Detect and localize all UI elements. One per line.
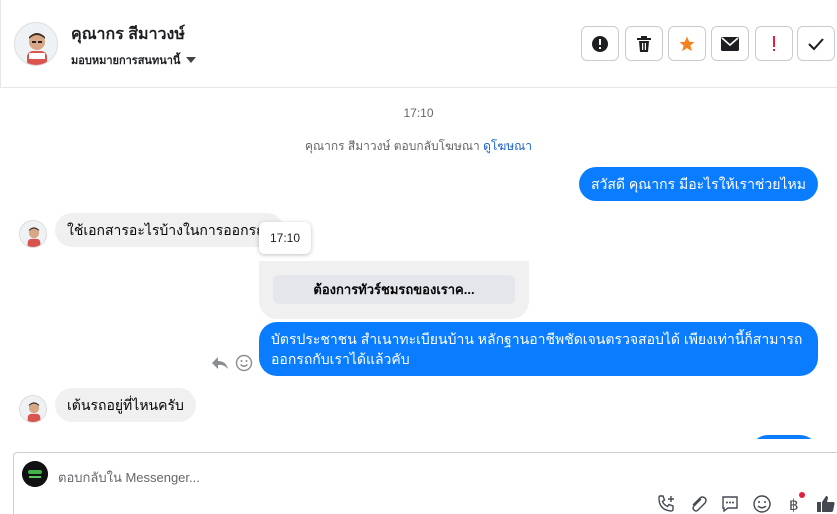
done-button[interactable] — [797, 26, 835, 61]
reply-composer: ตอบกลับใน Messenger... ฿ — [13, 452, 837, 514]
trash-icon — [637, 35, 651, 52]
conversation-header: คุณากร สีมาวงษ์ มอบหมายการสนทนานี้ — [0, 0, 837, 88]
chat-bubble-icon[interactable] — [719, 493, 741, 514]
composer-toolbar: ฿ — [655, 492, 837, 514]
page-avatar — [22, 461, 48, 487]
tour-request-button[interactable]: ต้องการทัวร์ชมรถของเราค... — [273, 275, 515, 304]
react-emoji-icon[interactable] — [235, 354, 253, 372]
star-icon — [679, 36, 695, 51]
quick-reply-card: ต้องการทัวร์ชมรถของเราค... — [259, 261, 529, 319]
exclamation-icon — [773, 35, 775, 51]
paperclip-icon[interactable] — [687, 493, 709, 514]
message-actions — [211, 354, 253, 372]
mail-button[interactable] — [711, 26, 749, 61]
notification-dot — [799, 492, 805, 498]
star-button[interactable] — [668, 26, 706, 61]
checkmark-icon — [808, 37, 824, 50]
time-tooltip: 17:10 — [259, 222, 311, 254]
incoming-message[interactable]: เต้นรถอยู่ที่ไหนครับ — [55, 388, 196, 422]
reply-icon[interactable] — [211, 355, 229, 371]
follow-up-button[interactable] — [755, 26, 793, 61]
thumbs-up-icon[interactable] — [815, 493, 837, 514]
incoming-message[interactable]: ใช้เอกสารอะไรบ้างในการออกรถ? — [55, 213, 285, 247]
outgoing-message[interactable]: สวัสดี คุณากร มีอะไรให้เราช่วยไหม — [578, 167, 818, 201]
caret-down-icon — [186, 57, 197, 63]
spam-button[interactable] — [581, 26, 619, 61]
baht-icon[interactable]: ฿ — [783, 492, 805, 514]
message-thread[interactable]: 17:10 คุณากร สีมาวงษ์ ตอบกลับโฆษณา ดูโฆษ… — [0, 89, 837, 439]
contact-avatar-small[interactable] — [19, 395, 47, 423]
ad-reply-text: คุณากร สีมาวงษ์ ตอบกลับโฆษณา — [304, 139, 480, 153]
view-ad-link[interactable]: ดูโฆษณา — [483, 139, 532, 153]
phone-add-icon[interactable] — [655, 493, 677, 514]
assign-label: มอบหมายการสนทนานี้ — [71, 55, 181, 67]
envelope-icon — [721, 36, 739, 51]
outgoing-message-partial — [750, 435, 818, 439]
contact-name[interactable]: คุณากร สีมาวงษ์ — [71, 22, 185, 47]
contact-avatar[interactable] — [14, 22, 58, 66]
delete-button[interactable] — [625, 26, 663, 61]
contact-avatar-small[interactable] — [19, 220, 47, 248]
ad-reply-notice: คุณากร สีมาวงษ์ ตอบกลับโฆษณา ดูโฆษณา — [0, 137, 837, 156]
reply-input[interactable]: ตอบกลับใน Messenger... — [58, 467, 200, 488]
assign-conversation-dropdown[interactable]: มอบหมายการสนทนานี้ — [71, 51, 197, 69]
emoji-icon[interactable] — [751, 493, 773, 514]
outgoing-message[interactable]: บัตรประชาชน สำเนาทะเบียนบ้าน หลักฐานอาชี… — [259, 322, 818, 376]
alert-circle-icon — [592, 35, 608, 52]
message-timestamp: 17:10 — [403, 106, 434, 120]
svg-text:฿: ฿ — [789, 496, 799, 514]
